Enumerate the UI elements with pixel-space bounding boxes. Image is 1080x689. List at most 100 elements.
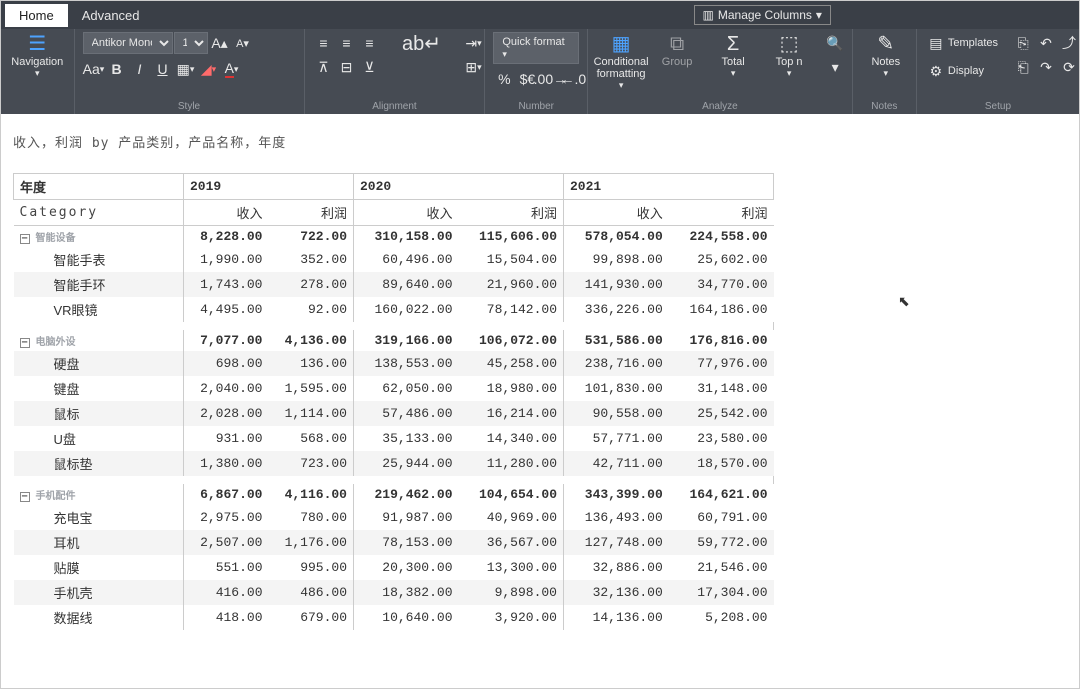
cell[interactable]: 20,300.00 bbox=[354, 555, 459, 580]
cell[interactable]: 319,166.00 bbox=[354, 330, 459, 351]
merge-button[interactable]: ⊞ bbox=[463, 56, 485, 78]
product-row[interactable]: 智能手表 bbox=[14, 247, 184, 272]
cell[interactable]: 1,380.00 bbox=[184, 451, 269, 476]
conditional-formatting-button[interactable]: ▦ Conditional formatting▾ bbox=[596, 32, 646, 93]
italic-button[interactable]: I bbox=[129, 58, 151, 80]
notes-button[interactable]: ✎ Notes▾ bbox=[861, 32, 911, 81]
cell[interactable]: 780.00 bbox=[269, 505, 354, 530]
cell[interactable]: 4,116.00 bbox=[269, 484, 354, 505]
cell[interactable]: 164,186.00 bbox=[669, 297, 774, 322]
product-row[interactable]: 硬盘 bbox=[14, 351, 184, 376]
cell[interactable]: 17,304.00 bbox=[669, 580, 774, 605]
topn-button[interactable]: ⬚ Top n▾ bbox=[764, 32, 814, 81]
cell[interactable]: 36,567.00 bbox=[459, 530, 564, 555]
cell[interactable]: 141,930.00 bbox=[564, 272, 669, 297]
product-row[interactable]: 鼠标垫 bbox=[14, 451, 184, 476]
cell[interactable]: 115,606.00 bbox=[459, 226, 564, 248]
align-right-icon[interactable]: ≡ bbox=[359, 32, 381, 54]
increase-font-icon[interactable]: A▾ bbox=[232, 32, 254, 54]
indent-button[interactable]: ⇥ bbox=[463, 32, 485, 54]
cell[interactable]: 32,136.00 bbox=[564, 580, 669, 605]
cell[interactable]: 4,495.00 bbox=[184, 297, 269, 322]
cell[interactable]: 486.00 bbox=[269, 580, 354, 605]
cell[interactable]: 531,586.00 bbox=[564, 330, 669, 351]
align-center-icon[interactable]: ≡ bbox=[336, 32, 358, 54]
year-col-2021[interactable]: 2021 bbox=[564, 174, 774, 200]
cell[interactable]: 99,898.00 bbox=[564, 247, 669, 272]
cell[interactable]: 416.00 bbox=[184, 580, 269, 605]
cell[interactable]: 931.00 bbox=[184, 426, 269, 451]
manage-columns-button[interactable]: ▥ Manage Columns ▾ bbox=[694, 5, 831, 25]
collapse-icon[interactable]: − bbox=[20, 234, 30, 244]
tab-advanced[interactable]: Advanced bbox=[68, 4, 154, 27]
cell[interactable]: 578,054.00 bbox=[564, 226, 669, 248]
underline-button[interactable]: U bbox=[152, 58, 174, 80]
cell[interactable]: 101,830.00 bbox=[564, 376, 669, 401]
cell[interactable]: 90,558.00 bbox=[564, 401, 669, 426]
export-icon[interactable]: ⤴ bbox=[1058, 32, 1080, 54]
cell[interactable]: 1,595.00 bbox=[269, 376, 354, 401]
cell[interactable]: 10,640.00 bbox=[354, 605, 459, 630]
product-row[interactable]: 耳机 bbox=[14, 530, 184, 555]
cell[interactable]: 2,507.00 bbox=[184, 530, 269, 555]
cell[interactable]: 62,050.00 bbox=[354, 376, 459, 401]
filter-icon[interactable]: ▾ bbox=[824, 56, 846, 78]
cell[interactable]: 551.00 bbox=[184, 555, 269, 580]
category-row[interactable]: −手机配件 bbox=[14, 484, 184, 505]
cell[interactable]: 2,975.00 bbox=[184, 505, 269, 530]
display-button[interactable]: ⚙Display bbox=[925, 60, 998, 82]
find-icon[interactable]: 🔍 bbox=[824, 32, 846, 54]
bold-button[interactable]: B bbox=[106, 58, 128, 80]
cell[interactable]: 13,300.00 bbox=[459, 555, 564, 580]
decrease-font-icon[interactable]: A▴ bbox=[209, 32, 231, 54]
align-bottom-icon[interactable]: ⊻ bbox=[359, 56, 381, 78]
cell[interactable]: 32,886.00 bbox=[564, 555, 669, 580]
cell[interactable]: 8,228.00 bbox=[184, 226, 269, 248]
cell[interactable]: 14,340.00 bbox=[459, 426, 564, 451]
cell[interactable]: 224,558.00 bbox=[669, 226, 774, 248]
cell[interactable]: 127,748.00 bbox=[564, 530, 669, 555]
year-col-2019[interactable]: 2019 bbox=[184, 174, 354, 200]
page-next-icon[interactable]: ⎗ bbox=[1012, 56, 1034, 78]
decrease-decimal-icon[interactable]: ←.0 bbox=[562, 68, 584, 90]
redo-icon[interactable]: ↷ bbox=[1035, 56, 1057, 78]
cell[interactable]: 176,816.00 bbox=[669, 330, 774, 351]
cell[interactable]: 679.00 bbox=[269, 605, 354, 630]
cell[interactable]: 60,791.00 bbox=[669, 505, 774, 530]
templates-button[interactable]: ▤Templates bbox=[925, 32, 998, 54]
cell[interactable]: 278.00 bbox=[269, 272, 354, 297]
cell[interactable]: 106,072.00 bbox=[459, 330, 564, 351]
cell[interactable]: 89,640.00 bbox=[354, 272, 459, 297]
cell[interactable]: 45,258.00 bbox=[459, 351, 564, 376]
font-color-button[interactable]: A bbox=[221, 58, 243, 80]
cell[interactable]: 1,990.00 bbox=[184, 247, 269, 272]
cell[interactable]: 418.00 bbox=[184, 605, 269, 630]
cell[interactable]: 160,022.00 bbox=[354, 297, 459, 322]
cell[interactable]: 40,969.00 bbox=[459, 505, 564, 530]
cell[interactable]: 25,602.00 bbox=[669, 247, 774, 272]
product-row[interactable]: 充电宝 bbox=[14, 505, 184, 530]
cell[interactable]: 60,496.00 bbox=[354, 247, 459, 272]
cell[interactable]: 336,226.00 bbox=[564, 297, 669, 322]
cell[interactable]: 18,980.00 bbox=[459, 376, 564, 401]
font-size-select[interactable]: 12 bbox=[174, 32, 208, 54]
cell[interactable]: 219,462.00 bbox=[354, 484, 459, 505]
cell[interactable]: 78,153.00 bbox=[354, 530, 459, 555]
cell[interactable]: 1,114.00 bbox=[269, 401, 354, 426]
cell[interactable]: 164,621.00 bbox=[669, 484, 774, 505]
cell[interactable]: 57,486.00 bbox=[354, 401, 459, 426]
font-style-dropdown[interactable]: Aa bbox=[83, 58, 105, 80]
product-row[interactable]: 贴膜 bbox=[14, 555, 184, 580]
group-button[interactable]: ⧉ Group bbox=[652, 32, 702, 70]
collapse-icon[interactable]: − bbox=[20, 338, 30, 348]
cell[interactable]: 9,898.00 bbox=[459, 580, 564, 605]
cell[interactable]: 995.00 bbox=[269, 555, 354, 580]
cell[interactable]: 138,553.00 bbox=[354, 351, 459, 376]
navigation-button[interactable]: ☰ Navigation ▾ bbox=[9, 32, 66, 81]
cell[interactable]: 25,944.00 bbox=[354, 451, 459, 476]
cell[interactable]: 25,542.00 bbox=[669, 401, 774, 426]
cell[interactable]: 6,867.00 bbox=[184, 484, 269, 505]
wrap-text-button[interactable]: ab↵ bbox=[397, 32, 447, 58]
cell[interactable]: 92.00 bbox=[269, 297, 354, 322]
undo-icon[interactable]: ↶ bbox=[1035, 32, 1057, 54]
